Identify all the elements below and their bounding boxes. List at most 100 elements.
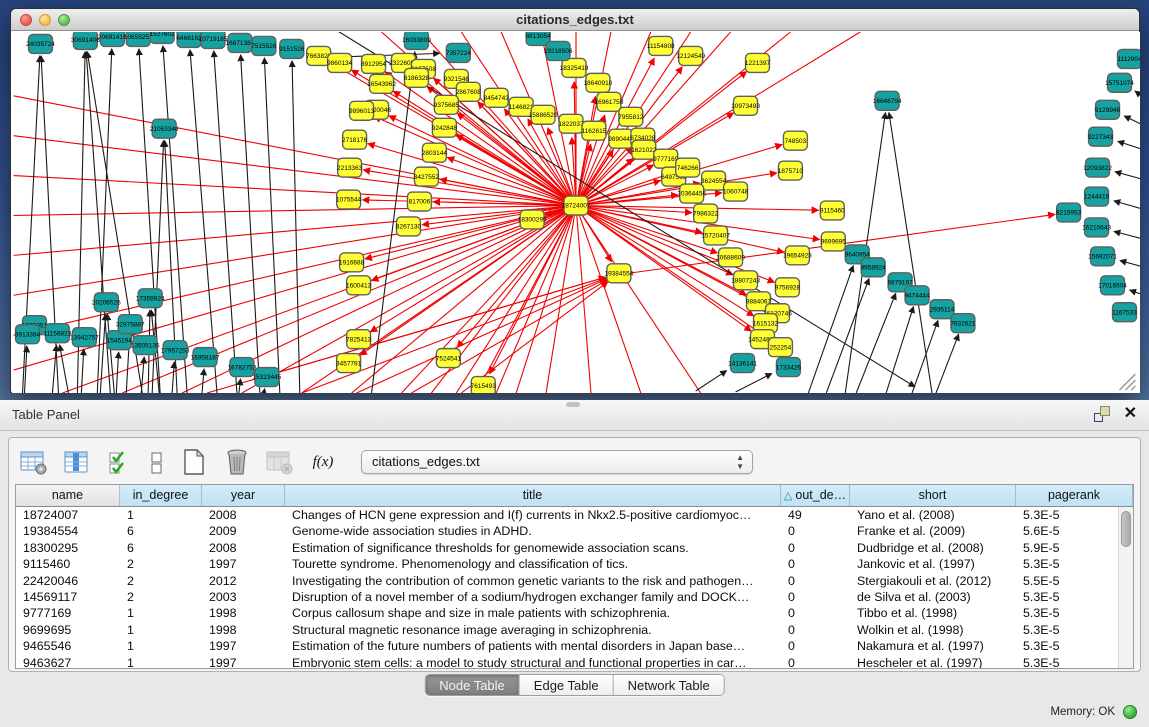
graph-node-13505135[interactable]: 13505135 <box>131 336 160 355</box>
graph-node-2213363[interactable]: 2213363 <box>337 158 363 177</box>
graph-node-1112904[interactable]: 1112904 <box>1117 49 1140 68</box>
graph-node-3913384[interactable]: 3913384 <box>15 325 41 344</box>
graph-node-16543962[interactable]: 16543962 <box>367 74 396 93</box>
graph-node-2867608[interactable]: 2867608 <box>456 82 482 101</box>
graph-node-17957253[interactable]: 17957253 <box>161 341 190 360</box>
graph-node-18640910[interactable]: 18640910 <box>584 73 613 92</box>
graph-node-1527602[interactable]: 1527602 <box>150 32 176 43</box>
tab-network-table[interactable]: Network Table <box>614 675 724 695</box>
graph-node-15720407[interactable]: 15720407 <box>701 226 730 245</box>
minimize-window-button[interactable] <box>39 14 51 26</box>
graph-node-19218506[interactable]: 19218506 <box>544 41 573 60</box>
graph-node-24035724[interactable]: 24035724 <box>26 34 55 53</box>
float-window-icon[interactable] <box>1094 406 1110 422</box>
column-header-title[interactable]: title <box>285 485 781 506</box>
graph-node-18300295[interactable]: 18300295 <box>518 210 547 229</box>
graph-node-1060748[interactable]: 1060748 <box>723 182 749 201</box>
graph-node-8427552[interactable]: 8427552 <box>414 167 440 186</box>
table-select-dropdown[interactable]: citations_edges.txt ▲▼ <box>361 450 753 474</box>
graph-node-7986322[interactable]: 7986322 <box>693 204 719 223</box>
graph-node-15886520[interactable]: 15886520 <box>529 105 558 124</box>
graph-node-1162615[interactable]: 1162615 <box>582 121 607 140</box>
graph-node-2803144[interactable]: 2803144 <box>422 143 448 162</box>
attribute-table[interactable]: namein_degreeyeartitle△ out_de…shortpage… <box>15 484 1134 669</box>
graph-node-9129946[interactable]: 9129946 <box>1095 100 1121 119</box>
graph-node-20364456[interactable]: 20364456 <box>677 184 706 203</box>
graph-node-9474444[interactable]: 9474444 <box>904 286 930 305</box>
tab-node-table[interactable]: Node Table <box>425 675 520 695</box>
graph-node-1875710[interactable]: 1875710 <box>778 161 804 180</box>
graph-node-9699695[interactable]: 9699695 <box>821 232 847 251</box>
graph-node-9375685[interactable]: 9375685 <box>434 95 460 114</box>
network-graph[interactable]: 1872400718300295193845548912954232260581… <box>12 32 1140 393</box>
graph-node-1733426[interactable]: 1733426 <box>776 358 802 377</box>
column-header-short[interactable]: short <box>850 485 1016 506</box>
graph-node-8215953[interactable]: 8215953 <box>1056 203 1082 222</box>
graph-node-16210643[interactable]: 16210643 <box>1082 218 1111 237</box>
graph-node-18724007[interactable]: 18724007 <box>562 196 591 215</box>
graph-node-7524541[interactable]: 7524541 <box>436 349 462 368</box>
select-all-rows-icon[interactable] <box>105 448 135 476</box>
graph-node-15323445[interactable]: 15323445 <box>252 368 281 387</box>
column-header-pagerank[interactable]: pagerank <box>1016 485 1133 506</box>
graph-node-7632621[interactable]: 7632621 <box>950 314 976 333</box>
graph-node-1221397[interactable]: 1221397 <box>745 53 771 72</box>
graph-node-30691406[interactable]: 30691406 <box>71 32 100 49</box>
graph-node-18325419[interactable]: 18325419 <box>560 58 589 77</box>
delete-column-icon[interactable] <box>222 448 252 476</box>
graph-node-8454743[interactable]: 8454743 <box>484 88 510 107</box>
graph-node-21053346[interactable]: 21053346 <box>150 119 179 138</box>
graph-node-9242848[interactable]: 9242848 <box>432 118 458 137</box>
tab-edge-table[interactable]: Edge Table <box>520 675 614 695</box>
column-header-in_degree[interactable]: in_degree <box>120 485 202 506</box>
graph-node-16961758[interactable]: 16961758 <box>595 92 624 111</box>
graph-node-19384554[interactable]: 19384554 <box>604 264 633 283</box>
graph-node-8267130[interactable]: 8267130 <box>396 217 422 236</box>
graph-node-7515526[interactable]: 7515526 <box>251 36 277 55</box>
graph-node-9227343[interactable]: 9227343 <box>1088 127 1114 146</box>
graph-node-1167533[interactable]: 1167533 <box>1112 303 1137 322</box>
graph-node-17016504[interactable]: 17016504 <box>1098 276 1127 295</box>
table-row[interactable]: 946362711997Embryonic stem cells: a mode… <box>16 655 1133 669</box>
network-canvas[interactable]: 1872400718300295193845548912954232260581… <box>12 32 1140 393</box>
graph-node-8912954[interactable]: 8912954 <box>361 54 387 73</box>
function-builder-icon[interactable]: f(x) <box>308 448 338 476</box>
graph-node-746266[interactable]: 746266 <box>676 158 700 177</box>
graph-node-3624554[interactable]: 3624554 <box>701 171 727 190</box>
graph-node-10973493[interactable]: 10973493 <box>731 96 760 115</box>
graph-node-7357224[interactable]: 7357224 <box>446 43 472 62</box>
table-row[interactable]: 2242004622012Investigating the contribut… <box>16 573 1133 589</box>
graph-node-9115460[interactable]: 9115460 <box>820 201 845 220</box>
vertical-scrollbar[interactable] <box>1118 507 1133 668</box>
graph-node-11156823[interactable]: 11156823 <box>44 324 72 343</box>
create-column-icon[interactable] <box>179 448 209 476</box>
graph-node-9777169[interactable]: 9777169 <box>653 149 679 168</box>
table-row[interactable]: 977716911998Corpus callosum shape and si… <box>16 605 1133 621</box>
graph-node-7825413[interactable]: 7825413 <box>346 330 372 349</box>
graph-node-12093822[interactable]: 12093822 <box>1083 158 1112 177</box>
graph-node-748503[interactable]: 748503 <box>783 131 807 150</box>
close-window-button[interactable] <box>20 14 32 26</box>
zoom-window-button[interactable] <box>58 14 70 26</box>
graph-node-10719185[interactable]: 10719185 <box>199 32 228 48</box>
window-titlebar[interactable]: citations_edges.txt <box>11 9 1139 31</box>
table-row[interactable]: 1872400712008Changes of HCN gene express… <box>16 507 1133 523</box>
table-row[interactable]: 969969511998Structural magnetic resonanc… <box>16 622 1133 638</box>
graph-node-9756928[interactable]: 9756928 <box>775 278 801 297</box>
graph-node-10688609[interactable]: 10688609 <box>716 248 745 267</box>
panel-drag-handle[interactable] <box>566 402 580 407</box>
graph-node-1075544[interactable]: 1075544 <box>336 190 362 209</box>
graph-node-15692071[interactable]: 15692071 <box>1088 247 1117 266</box>
graph-node-2718176[interactable]: 2718176 <box>342 130 368 149</box>
graph-node-1916688[interactable]: 1916688 <box>339 253 365 272</box>
table-row[interactable]: 946554611997Estimation of the future num… <box>16 638 1133 654</box>
graph-node-13942757[interactable]: 13942757 <box>70 328 99 347</box>
graph-node-20691416[interactable]: 20691416 <box>98 32 127 46</box>
graph-node-17359924[interactable]: 17359924 <box>136 289 165 308</box>
graph-node-7615493[interactable]: 7615493 <box>471 377 497 393</box>
graph-node-9860134[interactable]: 9860134 <box>327 53 353 72</box>
network-view-window[interactable]: citations_edges.txt 18724007 18300295 1938… <box>10 8 1140 393</box>
show-columns-icon[interactable] <box>62 448 92 476</box>
graph-node-16958187[interactable]: 16958187 <box>191 348 220 367</box>
graph-node-1822037[interactable]: 1822037 <box>558 114 584 133</box>
